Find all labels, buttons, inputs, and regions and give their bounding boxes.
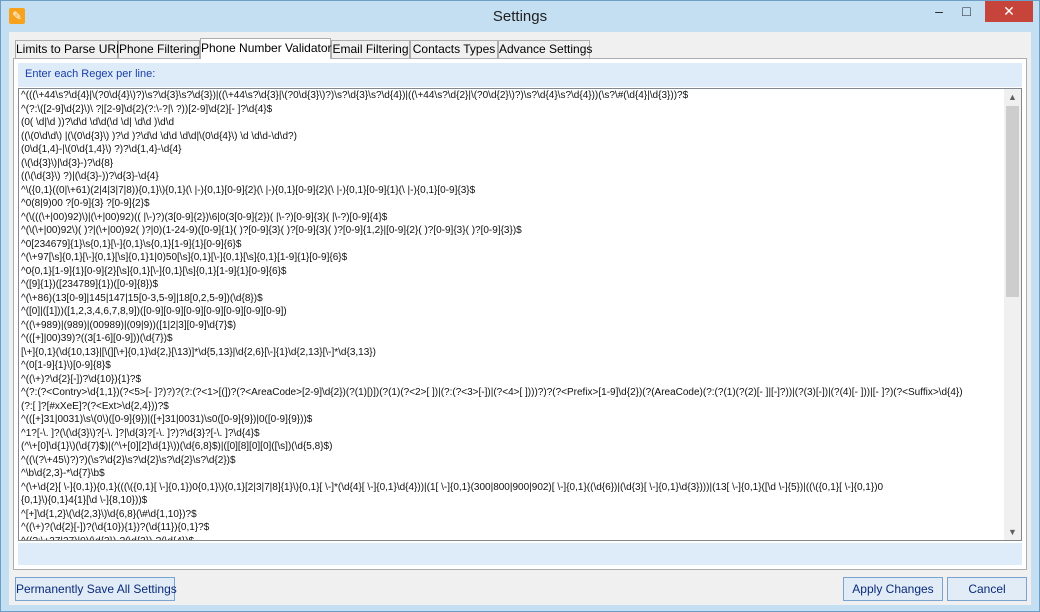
regex-line: ^(([+]31|0031)\s\(0\)([0-9]{9})|([+]31|0… [21, 414, 313, 425]
regex-line: ^([0]|([1]))([1,2,3,4,6,7,8,9])([0-9][0-… [21, 306, 287, 317]
tab-email-filtering[interactable]: Email Filtering [331, 40, 410, 58]
regex-line: ^([9]{1})([234789]{1})([0-9]{8})$ [21, 279, 159, 290]
tab-advance-settings[interactable]: Advance Settings [498, 40, 592, 58]
regex-line: (0( \d|\d ))?\d\d \d\d(\d \d| \d\d )\d\d [21, 117, 175, 128]
permanent-save-button[interactable]: Permanently Save All Settings [15, 577, 177, 601]
vertical-scrollbar[interactable]: ▲ ▼ [1004, 89, 1021, 540]
scroll-thumb[interactable] [1006, 106, 1019, 297]
regex-line: ^(\(((\+|00)92)\)|(\+|00)92)(( |\-)?)(3[… [21, 211, 388, 223]
regex-line: ^((\+)?\d{2}[-])?\d{10}){1}?$ [21, 373, 142, 385]
regex-line: ((\(\d{3}\) ?)|(\d{3}-))?\d{3}-\d{4} [21, 171, 159, 182]
panel-footer-band [18, 543, 1022, 565]
maximize-button[interactable]: □ [953, 1, 980, 22]
client-area: Limits to Parse URL Phone Filtering Phon… [9, 32, 1031, 605]
regex-line: ^(\+86)(13[0-9]|145|147|15[0-3,5-9]|18[0… [21, 292, 263, 304]
title-bar[interactable]: ✎ Settings – □ ✕ [1, 1, 1039, 32]
instruction-label: Enter each Regex per line: [25, 68, 156, 80]
regex-line: (0\d{1,4}-|\(0\d{1,4}\) ?)?\d{1,4}-\d{4} [21, 144, 182, 155]
regex-line: ^0[234679]{1}\s{0,1}[\-]{0,1}\s{0,1}[1-9… [21, 238, 242, 250]
regex-line: ^[+]\d{1,2}\(\d{2,3}\)\d{6,8}(\#\d{1,10}… [21, 508, 197, 520]
regex-lines: ^(((\+44\s?\d{4}|\(?0\d{4}\)?)\s?\d{3}\s… [21, 89, 1003, 541]
regex-line: (\(\d{3}\)|\d{3}-)?\d{8} [21, 157, 114, 169]
regex-line: ^((\+989)|(989)|(00989)|(09|9))([1|2|3][… [21, 319, 237, 331]
tab-contacts-types[interactable]: Contacts Types [410, 40, 498, 58]
regex-line: [\+]{0,1}(\d{10,13}|[\(][\+]{0,1}\d{2,}[… [21, 346, 376, 358]
regex-line: ^0(8|9)00 ?[0-9]{3} ?[0-9]{2}$ [21, 198, 150, 209]
regex-line: ^1?[-\. ]?(\(\d{3}\)?[-\. ]?|\d{3}?[-\. … [21, 427, 260, 439]
scroll-up-icon[interactable]: ▲ [1004, 89, 1021, 105]
apply-changes-button[interactable]: Apply Changes [843, 577, 943, 601]
regex-line: ^(\+\d{2}[ \-]{0,1}){0,1}(((\({0,1}[ \-]… [21, 481, 884, 493]
regex-line: (?:[ ]?[#xXeE]?(?<Ext>\d{2,4}))?$ [21, 400, 169, 412]
regex-line: (^\+[0]\d{1}\)(\d{7}$)|(^\+[0][2]\d{1}\)… [21, 441, 333, 452]
tab-phone-number-validator[interactable]: Phone Number Validator [200, 38, 332, 59]
regex-textarea[interactable]: ^(((\+44\s?\d{4}|\(?0\d{4}\)?)\s?\d{3}\s… [18, 88, 1022, 541]
regex-line: ^\({0,1}((0|\+61)(2|4|3|7|8)){0,1}\){0,1… [21, 184, 476, 196]
regex-line: ^((\+)?(\d{2}[-])?(\d{10}){1})?(\d{11}){… [21, 522, 210, 533]
close-button[interactable]: ✕ [985, 1, 1033, 22]
tab-phone-filtering[interactable]: Phone Filtering [118, 40, 200, 58]
instruction-band: Enter each Regex per line: [18, 63, 1022, 87]
regex-line: ^0{0,1}[1-9]{1}[0-9]{2}[\s]{0,1}[\-]{0,1… [21, 265, 287, 277]
regex-line: ^(0[1-9]{1}\)[0-9]{8}$ [21, 360, 111, 371]
regex-line: {0,1}\){0,1}4{1}[\d \-]{8,10}))$ [21, 495, 148, 506]
regex-line: ^(([+]|00)39)?((3[1-6][0-9]))(\d{7})$ [21, 333, 173, 344]
regex-line: ((\(0\d\d\) |(\(0\d{3}\) )?\d )?\d\d \d\… [21, 130, 297, 142]
regex-line: ^(?:(?<Contry>\d{1,1})(?<5>[- ]?)?)?(?:(… [21, 387, 963, 398]
regex-line: ^((?:\+27|27)|0)(\d{2})-?(\d{3})-?(\d{4}… [21, 535, 195, 541]
regex-line: ^\b\d{2,3}-*\d{7}\b$ [21, 468, 105, 479]
tab-limits-to-parse-url[interactable]: Limits to Parse URL [15, 40, 123, 58]
regex-line: ^(((\+44\s?\d{4}|\(?0\d{4}\)?)\s?\d{3}\s… [21, 90, 689, 101]
minimize-button[interactable]: – [925, 1, 953, 22]
scroll-down-icon[interactable]: ▼ [1004, 524, 1021, 540]
window-title: Settings [492, 8, 548, 25]
cancel-button[interactable]: Cancel [947, 577, 1027, 601]
regex-line: ^(\(\+|00)92\)( )?|(\+|00)92( )?|0)(1-24… [21, 225, 522, 236]
regex-line: ^(?:\([2-9]\d{2}\)\ ?|[2-9]\d{2}(?:\-?|\… [21, 103, 273, 115]
settings-window: ✎ Settings – □ ✕ Limits to Parse URL Pho… [0, 0, 1040, 612]
phone-validator-panel: Enter each Regex per line: ^(((\+44\s?\d… [13, 58, 1027, 570]
regex-line: ^(\+97[\s]{0,1}[\-]{0,1}[\s]{0,1}1|0)50[… [21, 252, 348, 263]
regex-line: ^((\(?\+45\)?)?)(\s?\d{2}\s?\d{2}\s?\d{2… [21, 454, 236, 466]
